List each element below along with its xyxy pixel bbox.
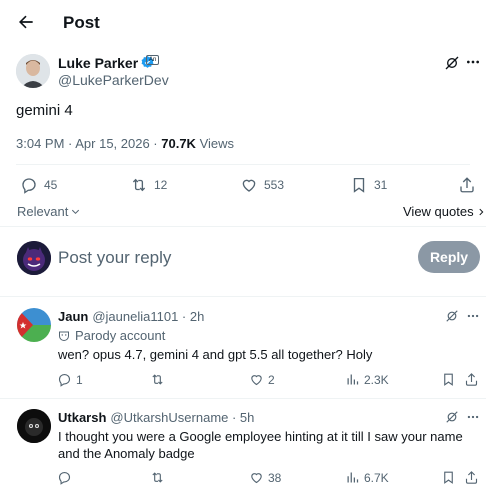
parody-badge: Parody account <box>58 328 165 343</box>
reply-author-avatar[interactable] <box>17 409 51 443</box>
views-count: 2.3K <box>364 372 389 387</box>
heart-icon <box>249 372 264 387</box>
reply-count: 1 <box>76 372 83 387</box>
views-label: Views <box>195 136 235 151</box>
affiliate-badge: An <box>146 55 160 65</box>
reply-action[interactable]: 45 <box>20 176 57 194</box>
grok-icon[interactable] <box>444 55 460 71</box>
bookmark-icon <box>441 470 456 485</box>
analytics-icon <box>345 470 360 485</box>
view-quotes-label: View quotes <box>403 204 474 219</box>
bookmark-action[interactable] <box>441 372 456 387</box>
reply-header: Utkarsh @UtkarshUsername · 5h <box>58 410 254 425</box>
more-options-icon[interactable] <box>465 54 481 70</box>
analytics-icon <box>345 372 360 387</box>
repost-icon <box>130 176 148 194</box>
share-action[interactable] <box>464 470 479 485</box>
divider <box>0 226 486 227</box>
views-action[interactable]: 6.7K <box>345 470 389 485</box>
bookmark-action[interactable] <box>441 470 456 485</box>
view-quotes-link[interactable]: View quotes <box>403 204 486 219</box>
reply-author-name[interactable]: Utkarsh <box>58 410 106 425</box>
bookmark-icon <box>350 176 368 194</box>
grok-icon[interactable] <box>445 410 459 424</box>
author-handle[interactable]: @LukeParkerDev <box>58 72 169 88</box>
reply-input[interactable]: Post your reply <box>58 248 171 268</box>
share-action[interactable] <box>464 372 479 387</box>
author-name[interactable]: Luke Parker <box>58 55 138 71</box>
reply-count: 45 <box>44 178 58 192</box>
divider <box>0 398 486 399</box>
reply-action[interactable] <box>57 470 76 485</box>
heart-icon <box>240 176 258 194</box>
more-options-icon[interactable] <box>466 309 480 323</box>
parody-mask-icon <box>58 330 70 342</box>
views-count: 6.7K <box>364 470 389 485</box>
page-title: Post <box>63 13 100 32</box>
like-action[interactable]: 2 <box>249 372 275 387</box>
repost-icon <box>150 470 165 485</box>
like-count: 38 <box>268 470 282 485</box>
share-icon <box>464 372 479 387</box>
reply-header: Jaun @jaunelia1101 · 2h <box>58 309 204 324</box>
bookmark-count: 31 <box>374 178 388 192</box>
post-metadata: 3:04 PM · Apr 15, 2026 · 70.7K Views <box>16 136 234 151</box>
reply-icon <box>20 176 38 194</box>
reply-icon <box>57 470 72 485</box>
reply-text: wen? opus 4.7, gemini 4 and gpt 5.5 all … <box>58 347 373 362</box>
views-count: 70.7K <box>161 136 196 151</box>
repost-action[interactable] <box>150 470 169 485</box>
bookmark-action[interactable]: 31 <box>350 176 387 194</box>
current-user-avatar[interactable] <box>17 241 51 275</box>
chevron-right-icon <box>476 207 486 217</box>
parody-label: Parody account <box>75 328 166 343</box>
share-icon <box>464 470 479 485</box>
divider <box>16 164 470 165</box>
reply-icon <box>57 372 72 387</box>
like-count: 2 <box>268 372 275 387</box>
reply-author-name[interactable]: Jaun <box>58 309 88 324</box>
reply-author-avatar[interactable] <box>17 308 51 342</box>
author-avatar[interactable] <box>16 54 50 88</box>
back-arrow-icon[interactable] <box>16 12 36 32</box>
like-count: 553 <box>264 178 285 192</box>
divider <box>0 296 486 297</box>
post-text: gemini 4 <box>16 102 73 119</box>
chevron-down-icon <box>70 206 81 217</box>
reply-action[interactable]: 1 <box>57 372 83 387</box>
grok-icon[interactable] <box>445 309 459 323</box>
reply-author-handle[interactable]: @UtkarshUsername · 5h <box>110 410 254 425</box>
share-icon <box>458 176 476 194</box>
more-options-icon[interactable] <box>466 410 480 424</box>
like-action[interactable]: 38 <box>249 470 281 485</box>
repost-action[interactable]: 12 <box>130 176 167 194</box>
repost-action[interactable] <box>150 372 169 387</box>
sort-label: Relevant <box>17 204 69 219</box>
share-action[interactable] <box>458 176 476 194</box>
bookmark-icon <box>441 372 456 387</box>
views-action[interactable]: 2.3K <box>345 372 389 387</box>
like-action[interactable]: 553 <box>240 176 284 194</box>
repost-icon <box>150 372 165 387</box>
sort-dropdown[interactable]: Relevant <box>17 204 81 219</box>
repost-count: 12 <box>154 178 168 192</box>
post-timestamp[interactable]: 3:04 PM · Apr 15, 2026 · <box>16 136 161 151</box>
reply-submit-button[interactable]: Reply <box>418 241 480 273</box>
reply-text: I thought you were a Google employee hin… <box>58 429 463 461</box>
reply-author-handle[interactable]: @jaunelia1101 · 2h <box>92 309 204 324</box>
heart-icon <box>249 470 264 485</box>
